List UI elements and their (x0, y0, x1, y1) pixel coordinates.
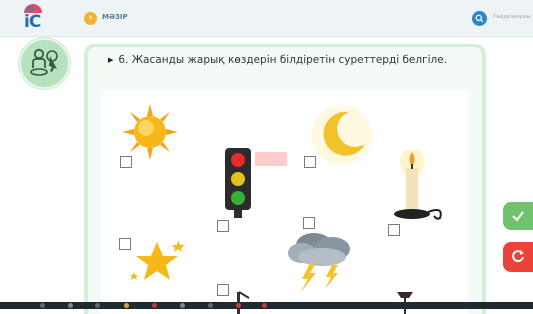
task-mode-badge (19, 38, 70, 89)
checkbox-star[interactable] (119, 238, 131, 250)
checkbox-sun[interactable] (120, 156, 132, 168)
checkbox-lightning[interactable] (303, 217, 315, 229)
person-pointer-icon (30, 48, 58, 76)
taskbar-icon[interactable] (124, 303, 129, 308)
taskbar-icon[interactable] (262, 303, 267, 308)
candle-image (394, 150, 442, 220)
checkbox-traffic-light[interactable] (217, 220, 229, 232)
logo-main-text: iC (24, 12, 41, 32)
taskbar-icon[interactable] (180, 303, 185, 308)
search-icon (475, 14, 484, 23)
taskbar-icon[interactable] (152, 303, 157, 308)
star-image (130, 240, 185, 280)
app-logo[interactable]: ОЙ iC (12, 4, 52, 32)
checkbox-desk-lamp[interactable] (217, 284, 229, 296)
search-button[interactable] (472, 11, 487, 26)
lightning-image (288, 233, 350, 293)
user-label[interactable]: Пайдаланушы (493, 14, 531, 20)
traffic-light-image (225, 148, 287, 218)
play-triangle-icon: ▶ (108, 56, 114, 64)
chevron-right-icon: › (88, 13, 93, 23)
checkmark-icon (512, 211, 524, 222)
breadcrumb[interactable]: МӘЗІР (102, 13, 128, 21)
sun-image (122, 104, 178, 160)
top-bar: ОЙ iC › МӘЗІР Пайдаланушы (0, 0, 533, 37)
checkbox-candle[interactable] (388, 224, 400, 236)
task-instruction: ▶ 6. Жасанды жарық көздерін білдіретін су… (108, 54, 447, 66)
desk-lamp-image (237, 291, 250, 314)
menu-button[interactable]: › (84, 12, 97, 25)
refresh-icon (512, 250, 524, 263)
taskbar-icon[interactable] (208, 303, 213, 308)
exercise-sheet (101, 90, 468, 314)
taskbar-icon[interactable] (40, 303, 45, 308)
check-answer-button[interactable] (503, 202, 533, 230)
taskbar-icon[interactable] (236, 303, 241, 308)
task-text: 6. Жасанды жарық көздерін білдіретін сур… (118, 54, 448, 66)
taskbar-icon[interactable] (68, 303, 73, 308)
os-taskbar (0, 302, 533, 309)
reset-button[interactable] (503, 242, 533, 272)
taskbar-icon[interactable] (95, 303, 100, 308)
moon-image (312, 105, 372, 165)
checkbox-moon[interactable] (304, 156, 316, 168)
